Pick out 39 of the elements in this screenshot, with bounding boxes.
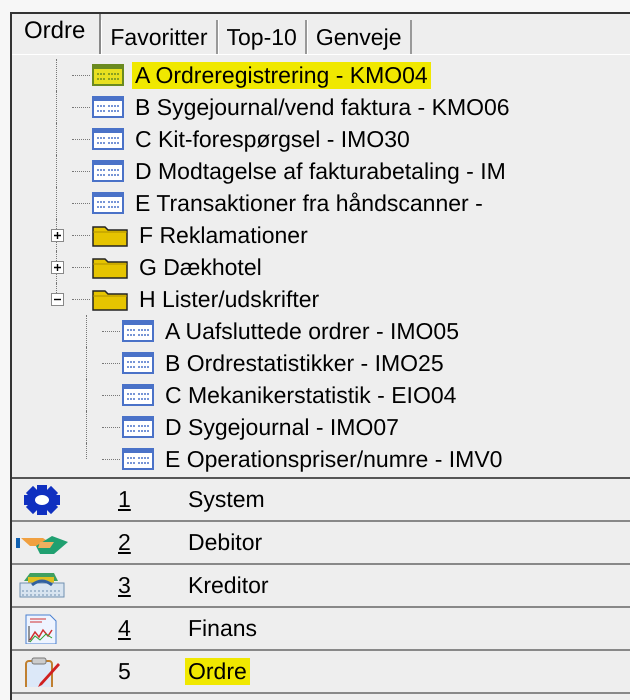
tree-item[interactable]: E Transaktioner fra håndscanner - bbox=[132, 190, 486, 216]
nav-label: Ordre bbox=[185, 658, 250, 685]
form-icon bbox=[122, 416, 154, 438]
tree-item[interactable]: A Ordreregistrering - KMO04 bbox=[132, 62, 431, 88]
tree-folder[interactable]: F Reklamationer bbox=[136, 222, 311, 248]
tree-item[interactable]: C Kit-forespørgsel - IMO30 bbox=[132, 126, 413, 152]
shortcut-number: 3 bbox=[117, 572, 132, 599]
tree-item[interactable]: D Modtagelse af fakturabetaling - IM bbox=[132, 158, 509, 184]
form-icon bbox=[122, 448, 154, 470]
shortcut-number: 5 bbox=[117, 658, 132, 685]
form-icon bbox=[92, 64, 124, 86]
shortcut-number: 2 bbox=[117, 529, 132, 556]
tree-item[interactable]: C Mekanikerstatistik - EIO04 bbox=[162, 382, 460, 408]
tree-item[interactable]: B Sygejournal/vend faktura - KMO06 bbox=[132, 94, 513, 120]
nav-label: Finans bbox=[187, 615, 258, 642]
form-icon bbox=[92, 160, 124, 182]
tree-folder[interactable]: G Dækhotel bbox=[136, 254, 265, 280]
form-icon bbox=[92, 192, 124, 214]
expand-toggle-icon[interactable] bbox=[50, 228, 64, 242]
form-icon bbox=[122, 384, 154, 406]
nav-label: System bbox=[187, 486, 266, 513]
nav-label: Kreditor bbox=[187, 572, 270, 599]
tree-item[interactable]: E Operationspriser/numre - IMV0 bbox=[162, 446, 506, 472]
tree-item[interactable]: B Ordrestatistikker - IMO25 bbox=[162, 350, 447, 376]
shortcut-number: 4 bbox=[117, 615, 132, 642]
tab[interactable]: Favoritter bbox=[101, 20, 218, 54]
form-icon bbox=[122, 320, 154, 342]
tree-item[interactable]: A Uafsluttede ordrer - IMO05 bbox=[162, 318, 462, 344]
collapse-toggle-icon[interactable] bbox=[50, 292, 64, 306]
tree-item[interactable]: D Sygejournal - IMO07 bbox=[162, 414, 402, 440]
form-icon bbox=[92, 128, 124, 150]
nav-label: Debitor bbox=[187, 529, 264, 556]
tree-folder[interactable]: H Lister/udskrifter bbox=[136, 286, 322, 312]
shortcut-number: 1 bbox=[117, 486, 132, 513]
form-icon bbox=[92, 96, 124, 118]
form-icon bbox=[122, 352, 154, 374]
tab[interactable]: Top-10 bbox=[218, 20, 307, 54]
tab[interactable]: Genveje bbox=[306, 20, 412, 54]
expand-toggle-icon[interactable] bbox=[50, 260, 64, 274]
